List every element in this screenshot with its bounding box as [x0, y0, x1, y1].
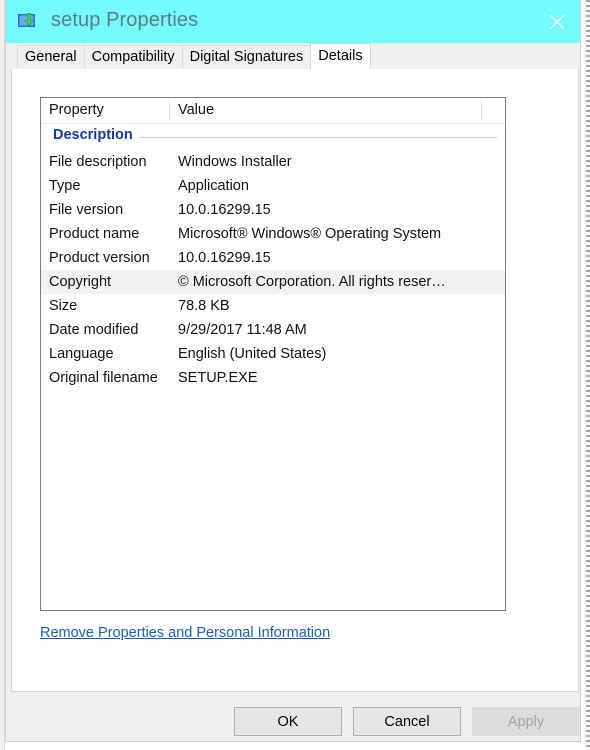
row-label: File version	[49, 202, 124, 218]
row-value: 9/29/2017 11:48 AM	[178, 322, 307, 338]
table-row[interactable]: Size 78.8 KB	[41, 294, 505, 318]
row-value: Application	[178, 178, 249, 194]
row-label: Copyright	[49, 274, 112, 290]
row-value: 10.0.16299.15	[178, 250, 271, 266]
row-value: 78.8 KB	[178, 298, 230, 314]
table-row[interactable]: Type Application	[41, 174, 505, 198]
details-panel: Property Value Description File descript…	[11, 69, 579, 692]
row-label: Type	[49, 178, 81, 194]
remove-properties-link[interactable]: Remove Properties and Personal Informati…	[40, 625, 330, 641]
tab-digital-signatures[interactable]: Digital Signatures	[181, 45, 312, 69]
ok-button[interactable]: OK	[234, 707, 342, 736]
window-right-scroll-texture	[586, 0, 590, 750]
row-label: Product version	[49, 250, 150, 266]
column-header-property[interactable]: Property	[49, 102, 104, 118]
column-divider-2[interactable]	[481, 101, 482, 120]
section-description: Description	[41, 124, 505, 150]
row-value: © Microsoft Corporation. All rights rese…	[178, 274, 446, 290]
cancel-button[interactable]: Cancel	[353, 707, 461, 736]
property-list-header: Property Value	[41, 98, 505, 124]
table-row[interactable]: Product version 10.0.16299.15	[41, 246, 505, 270]
row-value: Windows Installer	[178, 154, 292, 170]
table-row[interactable]: Copyright © Microsoft Corporation. All r…	[41, 270, 505, 294]
row-label: Product name	[49, 226, 140, 242]
table-row[interactable]: Date modified 9/29/2017 11:48 AM	[41, 318, 505, 342]
title-bar: setup Properties	[6, 0, 580, 43]
row-label: Size	[49, 298, 78, 314]
column-header-value[interactable]: Value	[178, 102, 214, 118]
property-list[interactable]: Property Value Description File descript…	[40, 97, 506, 611]
tab-details[interactable]: Details	[310, 43, 371, 69]
table-row[interactable]: File description Windows Installer	[41, 150, 505, 174]
row-label: Date modified	[49, 322, 139, 338]
window-title: setup Properties	[51, 9, 199, 31]
row-label: File description	[49, 154, 147, 170]
installer-icon	[17, 11, 39, 31]
row-label: Original filename	[49, 370, 158, 386]
row-value: 10.0.16299.15	[178, 202, 271, 218]
column-divider-1[interactable]	[169, 101, 170, 120]
properties-dialog: setup Properties General Compatibility D…	[5, 0, 581, 742]
row-label: Language	[49, 346, 114, 362]
table-row[interactable]: Language English (United States)	[41, 342, 505, 366]
row-value: SETUP.EXE	[178, 370, 258, 386]
table-row[interactable]: Original filename SETUP.EXE	[41, 366, 505, 390]
section-label: Description	[53, 127, 139, 143]
table-row[interactable]: Product name Microsoft® Windows® Operati…	[41, 222, 505, 246]
table-row[interactable]: File version 10.0.16299.15	[41, 198, 505, 222]
tab-general[interactable]: General	[17, 45, 85, 69]
tab-compatibility[interactable]: Compatibility	[83, 45, 183, 69]
row-value: Microsoft® Windows® Operating System	[178, 226, 442, 242]
apply-button: Apply	[472, 707, 580, 736]
dialog-footer: OK Cancel Apply	[6, 692, 580, 740]
row-value: English (United States)	[178, 346, 327, 362]
close-button[interactable]	[534, 0, 580, 43]
tab-strip: General Compatibility Digital Signatures…	[6, 43, 580, 69]
